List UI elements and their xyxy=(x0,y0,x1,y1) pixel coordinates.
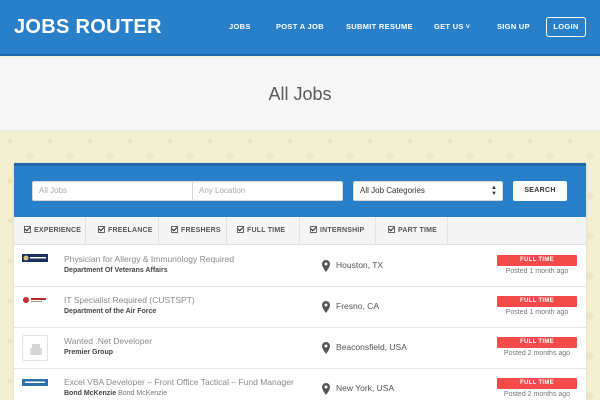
company-logo xyxy=(22,379,48,386)
nav-get-us-label: GET US xyxy=(434,22,464,31)
posted-date: Posted 1 month ago xyxy=(505,268,569,275)
nav-jobs[interactable]: JOBS xyxy=(229,22,251,31)
filter-experience[interactable]: EXPERIENCE xyxy=(14,217,86,245)
filter-label: INTERNSHIP xyxy=(320,227,365,234)
main-nav: JOBS POST A JOB SUBMIT RESUME GET US ˅ SI… xyxy=(0,22,600,36)
checkbox-checked-icon xyxy=(24,226,31,233)
job-row[interactable]: Physician for Allergy & Immunology Requi… xyxy=(14,246,586,287)
nav-submit-resume[interactable]: SUBMIT RESUME xyxy=(346,22,413,31)
company-name: Department Of Veterans Affairs xyxy=(64,267,168,274)
job-title[interactable]: IT Specialist Required (CUSTSPT) xyxy=(64,295,195,305)
job-type-filters: EXPERIENCE FREELANCE FRESHERS FULL TIME … xyxy=(14,217,586,245)
nav-sign-up[interactable]: SIGN UP xyxy=(497,22,530,31)
filter-full-time[interactable]: FULL TIME xyxy=(227,217,300,245)
filter-label: FREELANCE xyxy=(108,227,153,234)
search-panel: All Jobs Any Location All Job Categories… xyxy=(14,163,586,217)
filter-part-time[interactable]: PART TIME xyxy=(376,217,448,245)
location-pin-icon xyxy=(322,301,330,313)
location-input[interactable]: Any Location xyxy=(192,181,343,201)
checkbox-checked-icon xyxy=(98,226,105,233)
checkbox-checked-icon xyxy=(237,226,244,233)
job-type-badge: FULL TIME xyxy=(497,337,577,348)
filter-label: FULL TIME xyxy=(247,227,286,234)
posted-date: Posted 1 month ago xyxy=(505,309,569,316)
job-title[interactable]: Excel VBA Developer – Front Office Tacti… xyxy=(64,377,294,387)
company-name: Department of the Air Force xyxy=(64,308,157,315)
login-button[interactable]: LOGIN xyxy=(546,17,586,37)
filter-freelance[interactable]: FREELANCE xyxy=(86,217,159,245)
job-type-badge: FULL TIME xyxy=(497,255,577,266)
checkbox-checked-icon xyxy=(310,226,317,233)
job-title[interactable]: Wanted .Net Developer xyxy=(64,336,152,346)
location-pin-icon xyxy=(322,260,330,272)
job-title[interactable]: Physician for Allergy & Immunology Requi… xyxy=(64,254,234,264)
posted-date: Posted 2 months ago xyxy=(503,391,571,398)
category-select-value: All Job Categories xyxy=(360,186,425,195)
job-location: New York, USA xyxy=(336,383,395,393)
filter-internship[interactable]: INTERNSHIP xyxy=(300,217,376,245)
company-subtitle: Bond McKenzie xyxy=(118,390,168,397)
keyword-input[interactable]: All Jobs xyxy=(32,181,210,201)
company-name-text: Bond McKenzie xyxy=(64,390,117,397)
filter-freshers[interactable]: FRESHERS xyxy=(159,217,227,245)
job-location: Houston, TX xyxy=(336,260,384,270)
posted-date: Posted 2 months ago xyxy=(503,350,571,357)
category-select[interactable]: All Job Categories ▲ ▼ xyxy=(353,181,503,201)
nav-post-a-job[interactable]: POST A JOB xyxy=(276,22,324,31)
job-row[interactable]: IT Specialist Required (CUSTSPT) Departm… xyxy=(14,287,586,328)
checkbox-checked-icon xyxy=(388,226,395,233)
filter-label: PART TIME xyxy=(398,227,438,234)
company-logo-placeholder xyxy=(22,335,48,361)
location-pin-icon xyxy=(322,383,330,395)
filter-label: FRESHERS xyxy=(181,227,221,234)
job-type-badge: FULL TIME xyxy=(497,378,577,389)
company-name: Premier Group xyxy=(64,349,114,356)
page-title: All Jobs xyxy=(268,84,332,104)
job-location: Beaconsfield, USA xyxy=(336,342,407,352)
building-icon xyxy=(30,344,42,355)
job-type-badge: FULL TIME xyxy=(497,296,577,307)
location-pin-icon xyxy=(322,342,330,354)
company-logo xyxy=(22,254,48,262)
top-navbar: JOBS ROUTER JOBS POST A JOB SUBMIT RESUM… xyxy=(0,0,600,56)
chevron-down-icon: ˅ xyxy=(465,24,471,31)
company-logo xyxy=(23,297,46,303)
job-row[interactable]: Wanted .Net Developer Premier Group Beac… xyxy=(14,328,586,369)
filter-label: EXPERIENCE xyxy=(34,227,82,234)
company-name: Bond McKenzie Bond McKenzie xyxy=(64,390,167,397)
jobs-card: All Jobs Any Location All Job Categories… xyxy=(14,163,586,400)
select-arrows-icon: ▲ ▼ xyxy=(491,185,497,197)
checkbox-checked-icon xyxy=(171,226,178,233)
job-location: Fresno, CA xyxy=(336,301,379,311)
nav-get-us[interactable]: GET US ˅ xyxy=(434,22,470,31)
search-button[interactable]: SEARCH xyxy=(513,181,567,201)
job-row[interactable]: Excel VBA Developer – Front Office Tacti… xyxy=(14,369,586,400)
page-title-band: All Jobs xyxy=(0,58,600,131)
